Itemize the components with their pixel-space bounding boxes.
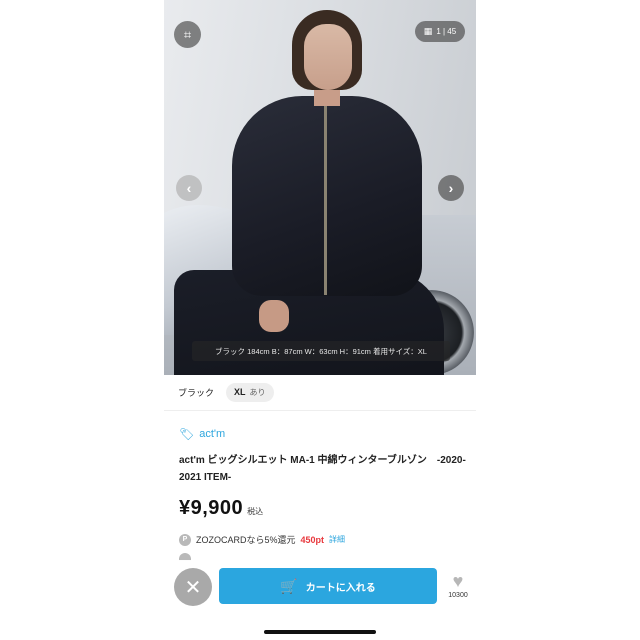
point-badge-icon: P — [179, 533, 191, 546]
model-size-caption: ブラック 184cm B：87cm W：63cm H：91cm 着用サイズ：XL — [192, 341, 450, 361]
variant-row: ブラック XL あり — [178, 383, 274, 402]
add-to-cart-button[interactable]: 🛒 カートに入れる — [219, 568, 437, 604]
brand-link[interactable]: 🏷 act'm — [179, 427, 225, 441]
scan-icon[interactable]: ⌗ — [174, 21, 201, 48]
grid-icon: ▦ — [423, 26, 433, 36]
tag-icon: 🏷 — [179, 427, 195, 441]
price-row: ¥9,900 税込 — [179, 497, 263, 520]
divider — [164, 410, 476, 411]
photo-model-hand — [259, 300, 289, 332]
photo-model-face — [304, 24, 352, 90]
product-screen: ⌗ ▦ 1 | 45 ‹ › ブラック 184cm B：87cm W：63cm … — [164, 0, 476, 640]
close-icon[interactable]: ✕ — [174, 568, 212, 606]
heart-icon: ♥ — [452, 571, 464, 591]
tax-label: 税込 — [247, 507, 264, 516]
points-amount: 450pt — [300, 534, 325, 545]
product-price: ¥9,900 — [179, 497, 244, 519]
cart-icon: 🛒 — [280, 577, 298, 594]
image-counter-text: 1 | 45 — [436, 27, 457, 36]
product-title: act'm ビッグシルエット MA-1 中綿ウィンターブルゾン -2020-20… — [179, 455, 466, 483]
chevron-left-icon[interactable]: ‹ — [176, 175, 202, 201]
points-detail-link[interactable]: 詳細 — [329, 534, 345, 545]
photo-model-jacket — [232, 96, 422, 296]
size-label: XL — [234, 387, 246, 397]
product-image-gallery[interactable]: ⌗ ▦ 1 | 45 ‹ › ブラック 184cm B：87cm W：63cm … — [164, 0, 476, 375]
chevron-right-icon[interactable]: › — [438, 175, 464, 201]
favorite-button[interactable]: ♥ 10300 — [444, 572, 472, 599]
points-row: P ZOZOCARDなら5%還元 450pt 詳細 — [179, 533, 345, 546]
stock-label: あり — [249, 388, 266, 397]
add-to-cart-label: カートに入れる — [305, 582, 376, 594]
bottom-action-bar: ✕ 🛒 カートに入れる ♥ 10300 — [164, 560, 476, 640]
favorite-count: 10300 — [448, 592, 468, 599]
variant-color-label: ブラック — [178, 388, 215, 398]
home-indicator[interactable] — [264, 630, 376, 634]
image-counter-badge[interactable]: ▦ 1 | 45 — [415, 21, 465, 42]
size-chip[interactable]: XL あり — [226, 383, 274, 402]
photo-jacket-zipper — [324, 105, 327, 295]
brand-name: act'm — [199, 428, 226, 440]
points-text: ZOZOCARDなら5%還元 — [196, 535, 296, 545]
